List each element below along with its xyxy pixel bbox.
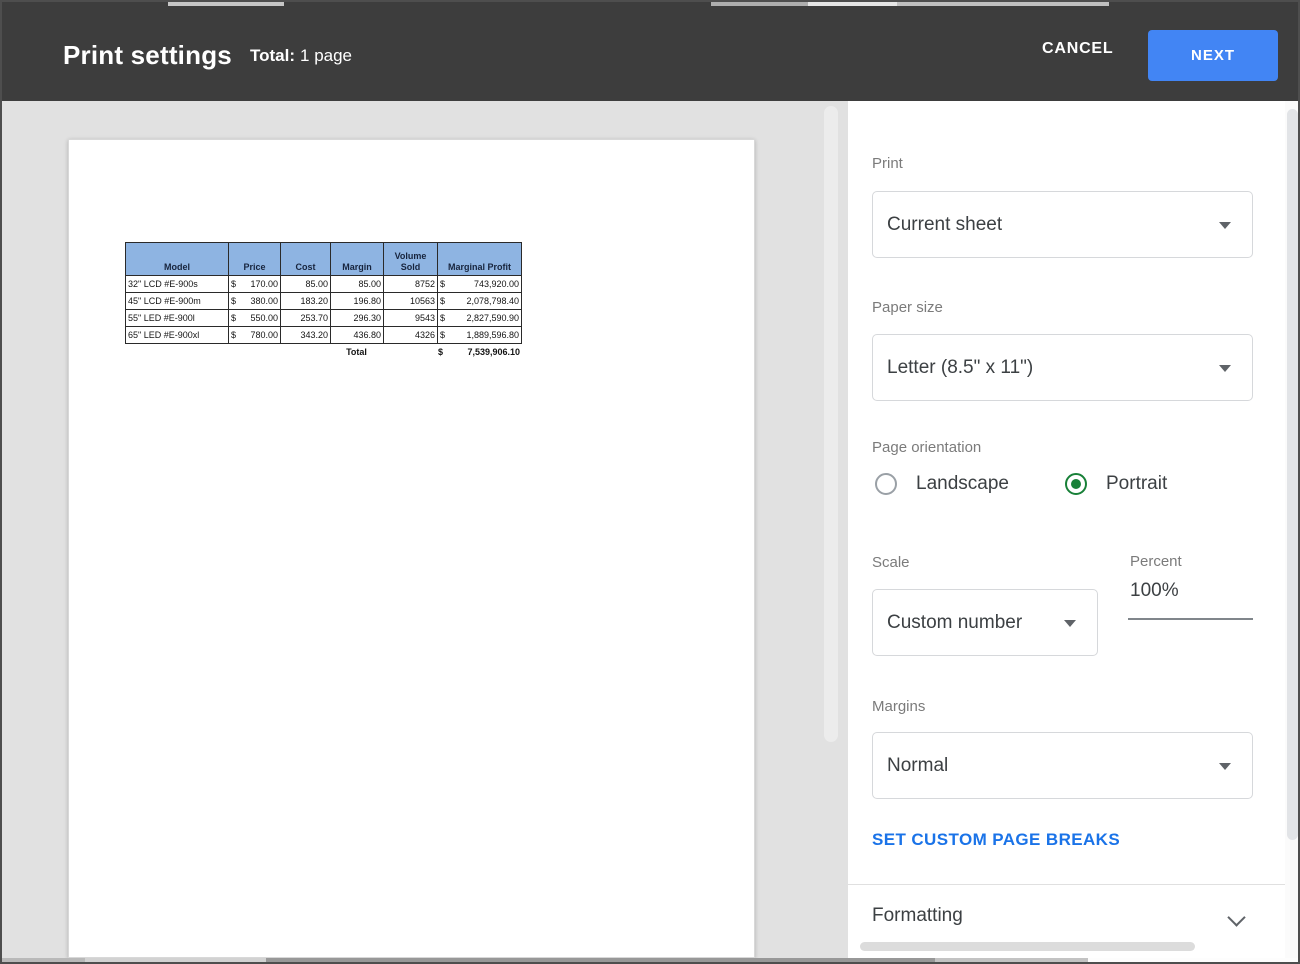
- print-target-dropdown[interactable]: Current sheet: [872, 191, 1253, 258]
- percent-label: Percent: [1130, 553, 1182, 570]
- set-custom-page-breaks-link[interactable]: SET CUSTOM PAGE BREAKS: [872, 830, 1120, 850]
- orientation-radio-group: Landscape Portrait: [872, 473, 1262, 513]
- portrait-radio-label: Portrait: [1106, 473, 1167, 495]
- table-header-cell: Cost: [281, 243, 331, 276]
- margins-label: Margins: [872, 698, 925, 715]
- page-count-status: Total: 1 page: [250, 46, 352, 66]
- margins-value: Normal: [887, 733, 948, 798]
- percent-input[interactable]: 100%: [1130, 580, 1179, 602]
- total-row-value: $ 7,539,906.10: [438, 347, 520, 357]
- chevron-down-icon: [1064, 620, 1076, 627]
- dialog-title: Print settings: [63, 40, 232, 71]
- currency-symbol: $: [438, 347, 443, 357]
- table-header-cell: Price: [229, 243, 281, 276]
- scale-label: Scale: [872, 554, 910, 571]
- table-row: 45" LCD #E-900m$380.00183.20196.8010563$…: [126, 293, 522, 310]
- table-row: 65" LED #E-900xl$780.00343.20436.804326$…: [126, 327, 522, 344]
- scale-value: Custom number: [887, 590, 1022, 655]
- table-total-row: Total $ 7,539,906.10: [125, 346, 521, 361]
- next-button[interactable]: NEXT: [1148, 30, 1278, 81]
- dialog-header: Print settings Total: 1 page CANCEL NEXT: [2, 2, 1298, 101]
- table-row: 32" LCD #E-900s$170.0085.0085.008752$743…: [126, 276, 522, 293]
- landscape-radio[interactable]: Landscape: [875, 473, 1009, 495]
- top-edge-strip: [2, 2, 1298, 6]
- cancel-button[interactable]: CANCEL: [1042, 40, 1113, 58]
- bottom-edge-strip: [2, 958, 1298, 964]
- paper-size-label: Paper size: [872, 299, 943, 316]
- landscape-radio-label: Landscape: [916, 473, 1009, 495]
- settings-sidebar: Print Current sheet Paper size Letter (8…: [848, 101, 1285, 958]
- section-divider: [848, 884, 1285, 885]
- table-header-cell: Model: [126, 243, 229, 276]
- portrait-radio[interactable]: Portrait: [1065, 473, 1167, 495]
- sidebar-scrollbar-track[interactable]: [1285, 101, 1300, 958]
- print-settings-dialog: Print settings Total:1 page CANCEL NEXT …: [0, 0, 1300, 964]
- print-target-value: Current sheet: [887, 192, 1002, 257]
- paper-size-value: Letter (8.5" x 11"): [887, 335, 1033, 400]
- page-preview: ModelPriceCostMarginVolume SoldMarginal …: [68, 139, 755, 958]
- radio-circle-icon: [875, 473, 897, 495]
- chevron-down-icon: [1219, 222, 1231, 229]
- chevron-down-icon: [1219, 763, 1231, 770]
- total-label: Total:: [250, 46, 295, 65]
- radio-circle-icon: [1065, 473, 1087, 495]
- print-preview-pane[interactable]: ModelPriceCostMarginVolume SoldMarginal …: [2, 101, 848, 958]
- total-value: 1 page: [300, 46, 352, 65]
- percent-input-underline: [1128, 618, 1253, 620]
- scale-dropdown[interactable]: Custom number: [872, 589, 1098, 656]
- chevron-down-icon: [1219, 365, 1231, 372]
- page-orientation-label: Page orientation: [872, 439, 981, 456]
- chevron-down-icon[interactable]: [1227, 908, 1245, 926]
- total-row-label: Total: [330, 347, 383, 357]
- table-header-cell: Margin: [331, 243, 384, 276]
- print-field-label: Print: [872, 155, 903, 172]
- table-row: 55" LED #E-900l$550.00253.70296.309543$2…: [126, 310, 522, 327]
- margins-dropdown[interactable]: Normal: [872, 732, 1253, 799]
- sidebar-scrollbar-thumb[interactable]: [1287, 109, 1298, 840]
- table-header-cell: Marginal Profit: [438, 243, 522, 276]
- preview-scrollbar-thumb[interactable]: [824, 106, 838, 742]
- horizontal-scrollbar-thumb[interactable]: [860, 942, 1195, 951]
- preview-table: ModelPriceCostMarginVolume SoldMarginal …: [125, 242, 522, 344]
- spreadsheet-preview: ModelPriceCostMarginVolume SoldMarginal …: [125, 242, 522, 361]
- formatting-section-label: Formatting: [872, 905, 963, 927]
- total-amount: 7,539,906.10: [467, 347, 520, 357]
- table-header-cell: Volume Sold: [384, 243, 438, 276]
- paper-size-dropdown[interactable]: Letter (8.5" x 11"): [872, 334, 1253, 401]
